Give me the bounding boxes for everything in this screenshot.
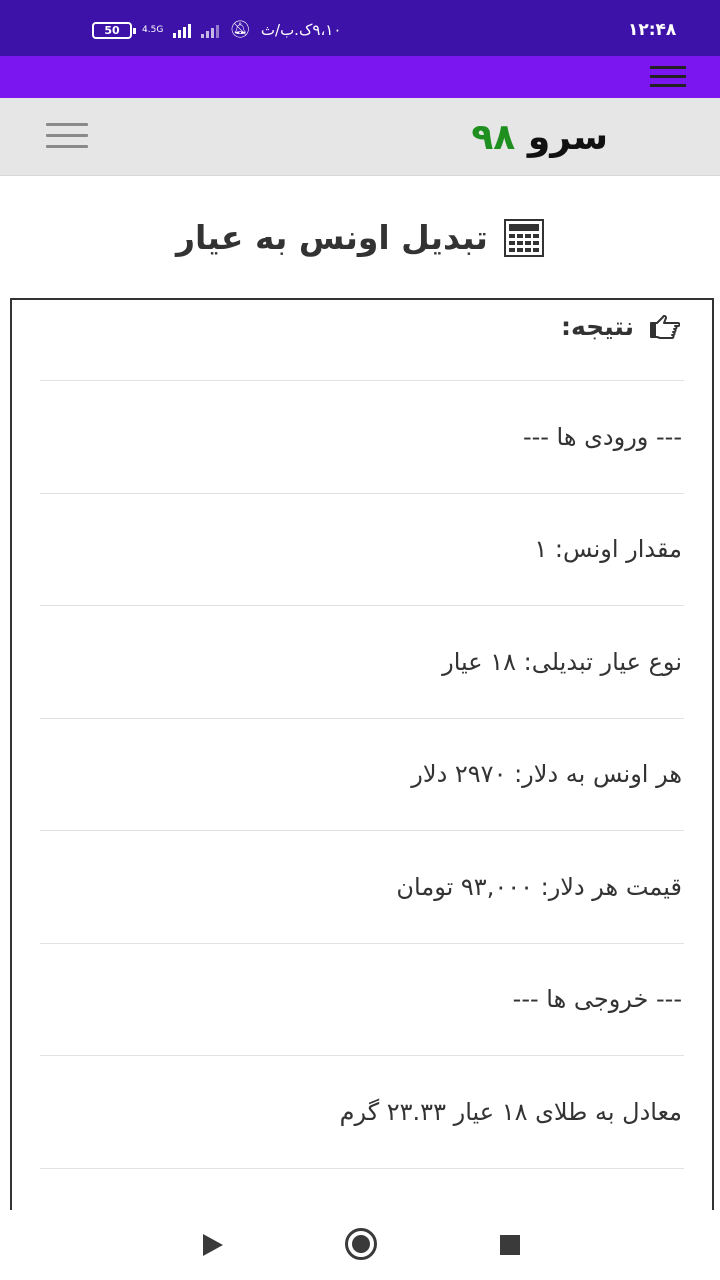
- page-title-text: تبدیل اونس به عیار: [176, 218, 488, 257]
- app-bar: [0, 56, 720, 98]
- site-menu-button[interactable]: [46, 123, 88, 149]
- signal-strength-icon: [173, 22, 192, 38]
- carrier-text: ۹،۱۰ک.ب/ث: [260, 21, 342, 39]
- result-heading-text: نتیجه:: [561, 312, 634, 341]
- result-row-karat-type: نوع عیار تبدیلی: ۱۸ عیار: [40, 605, 684, 718]
- logo-number: ۹۸: [471, 117, 516, 158]
- status-icons: 50 4.5G 🔕︎ ۹،۱۰ک.ب/ث: [92, 20, 341, 40]
- status-time: ۱۲:۴۸: [628, 20, 677, 40]
- status-bar: 50 4.5G 🔕︎ ۹،۱۰ک.ب/ث ۱۲:۴۸: [0, 0, 720, 56]
- result-panel: نتیجه: --- ورودی ها --- مقدار اونس: ۱ نو…: [10, 298, 714, 1228]
- battery-icon: 50: [92, 21, 136, 39]
- result-row-gold-equivalent: معادل به طلای ۱۸ عیار ۲۳.۳۳ گرم: [40, 1055, 684, 1168]
- result-row-dollar-price: قیمت هر دلار: ۹۳,۰۰۰ تومان: [40, 830, 684, 943]
- result-row-ounce-price: هر اونس به دلار: ۲۹۷۰ دلار: [40, 717, 684, 831]
- result-heading: نتیجه:: [561, 312, 680, 341]
- home-icon[interactable]: [345, 1228, 377, 1260]
- menu-icon[interactable]: [650, 66, 686, 88]
- muted-bell-icon: 🔕︎: [229, 20, 251, 40]
- network-type-label: 4.5G: [142, 24, 164, 35]
- result-row-ounce-amount: مقدار اونس: ۱: [40, 492, 684, 606]
- back-icon[interactable]: [203, 1234, 223, 1256]
- site-logo[interactable]: سرو ۹۸: [471, 116, 608, 160]
- result-row-outputs-header: --- خروجی ها ---: [40, 942, 684, 1056]
- pointing-hand-icon: [650, 314, 680, 339]
- result-row-inputs-header: --- ورودی ها ---: [40, 380, 684, 493]
- logo-word: سرو: [527, 117, 608, 158]
- site-header: سرو ۹۸: [0, 98, 720, 176]
- navigation-bar: [0, 1210, 720, 1280]
- recent-apps-icon[interactable]: [500, 1235, 520, 1255]
- calculator-icon: [503, 218, 544, 257]
- signal-strength-icon-2: [201, 22, 220, 38]
- result-list: --- ورودی ها --- مقدار اونس: ۱ نوع عیار …: [40, 380, 684, 1280]
- page-title: تبدیل اونس به عیار: [0, 218, 720, 257]
